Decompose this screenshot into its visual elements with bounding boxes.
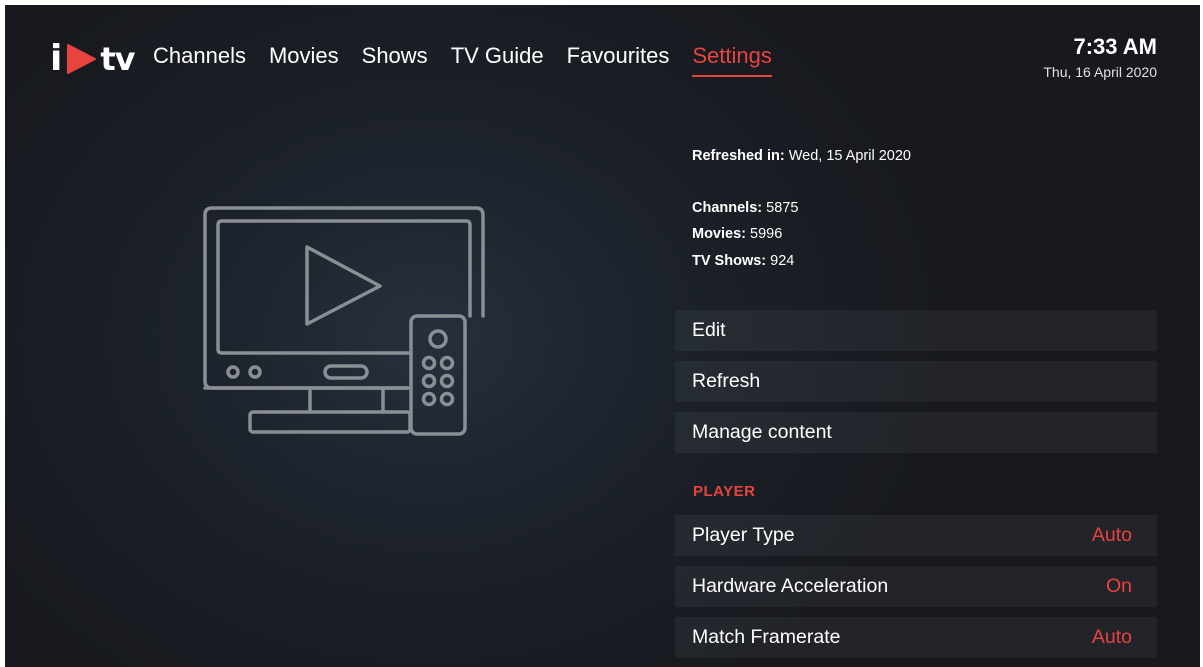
player-type-value: Auto	[1091, 524, 1132, 546]
movies-label: Movies:	[692, 226, 746, 242]
nav-shows[interactable]: Shows	[362, 43, 428, 77]
channels-value: 5875	[766, 200, 799, 216]
movies-value: 5996	[750, 226, 783, 242]
refresh-label: Refresh	[692, 370, 761, 392]
player-section-title: PLAYER	[693, 483, 756, 500]
movies-count: Movies: 5996	[692, 226, 782, 242]
clock: 7:33 AM Thu, 16 April 2020	[1043, 34, 1157, 80]
settings-screen: i tv Channels Movies Shows TV Guide Favo…	[5, 5, 1200, 667]
channels-count: Channels: 5875	[692, 200, 798, 216]
shows-value: 924	[770, 253, 795, 269]
nav-favourites[interactable]: Favourites	[567, 43, 670, 77]
logo-i: i	[50, 38, 63, 79]
refreshed-label: Refreshed in:	[692, 148, 785, 164]
shows-count: TV Shows: 924	[692, 253, 794, 269]
manage-content-button[interactable]: Manage content	[675, 412, 1157, 453]
clock-date: Thu, 16 April 2020	[1043, 64, 1157, 80]
tv-with-remote-icon	[203, 206, 485, 436]
refreshed-info: Refreshed in: Wed, 15 April 2020	[692, 148, 911, 164]
match-framerate-label: Match Framerate	[692, 626, 841, 648]
main-nav: Channels Movies Shows TV Guide Favourite…	[153, 43, 795, 77]
channels-label: Channels:	[692, 200, 763, 216]
clock-time: 7:33 AM	[1073, 34, 1157, 59]
nav-movies[interactable]: Movies	[269, 43, 339, 77]
shows-label: TV Shows:	[692, 253, 767, 269]
player-type-label: Player Type	[692, 524, 795, 546]
refreshed-value: Wed, 15 April 2020	[788, 148, 911, 164]
edit-button[interactable]: Edit	[675, 310, 1157, 351]
match-framerate-value: Auto	[1091, 626, 1132, 648]
manage-content-label: Manage content	[692, 421, 832, 443]
nav-channels[interactable]: Channels	[153, 43, 246, 77]
nav-settings[interactable]: Settings	[692, 43, 772, 77]
nav-tv-guide[interactable]: TV Guide	[451, 43, 544, 77]
refresh-button[interactable]: Refresh	[675, 361, 1157, 402]
logo-tv: tv	[100, 40, 135, 78]
hardware-acceleration-label: Hardware Acceleration	[692, 575, 889, 597]
match-framerate-setting[interactable]: Match Framerate Auto	[675, 617, 1157, 658]
hardware-acceleration-setting[interactable]: Hardware Acceleration On	[675, 566, 1157, 607]
app-logo[interactable]: i tv	[50, 38, 136, 79]
edit-label: Edit	[692, 319, 726, 341]
logo-play-icon	[67, 44, 97, 74]
player-type-setting[interactable]: Player Type Auto	[675, 515, 1157, 556]
hardware-acceleration-value: On	[1105, 575, 1132, 597]
